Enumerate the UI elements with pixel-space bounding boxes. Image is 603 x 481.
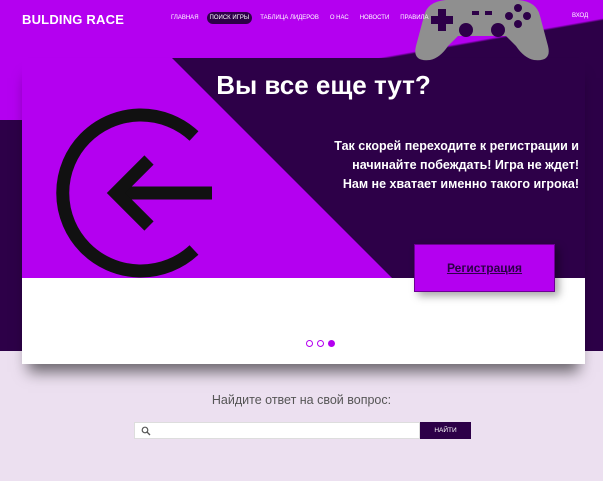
login-link[interactable]: ВХОД xyxy=(572,13,588,19)
register-button[interactable]: Регистрация xyxy=(414,244,555,292)
slide-text-line-1: Так скорей переходите к регистрации и xyxy=(334,139,579,153)
slider-dot-1[interactable] xyxy=(306,340,313,347)
search-input[interactable] xyxy=(135,426,419,441)
navbar: BULDING RACE ГЛАВНАЯ ПОИСК ИГРЫ ТАБЛИЦА … xyxy=(0,0,603,38)
nav-item-leaderboard[interactable]: ТАБЛИЦА ЛИДЕРОВ xyxy=(257,12,322,24)
exit-icon xyxy=(56,108,212,278)
faq-heading: Найдите ответ на свой вопрос: xyxy=(211,393,392,407)
slide-text-line-2: начинайте побеждать! Игра не ждет! xyxy=(352,158,579,172)
nav-item-rules[interactable]: ПРАВИЛА xyxy=(397,12,431,24)
logo[interactable]: BULDING RACE xyxy=(22,12,124,27)
slider-dot-2[interactable] xyxy=(317,340,324,347)
promo-slider: Вы все еще тут? Так скорей переходите к … xyxy=(22,58,585,364)
slide-text-line-3: Нам не хватает именно такого игрока! xyxy=(342,177,579,191)
find-button[interactable]: НАЙТИ xyxy=(420,422,471,439)
nav-menu: ГЛАВНАЯ ПОИСК ИГРЫ ТАБЛИЦА ЛИДЕРОВ О НАС… xyxy=(168,12,431,24)
slider-dots xyxy=(22,340,585,347)
nav-item-about[interactable]: О НАС xyxy=(327,12,352,24)
nav-item-game-search[interactable]: ПОИСК ИГРЫ xyxy=(206,12,253,24)
nav-item-news[interactable]: НОВОСТИ xyxy=(357,12,393,24)
slider-dot-3[interactable] xyxy=(328,340,335,347)
slide-text: Так скорей переходите к регистрации и на… xyxy=(274,137,579,194)
search-icon xyxy=(141,426,151,436)
slide-title: Вы все еще тут? xyxy=(216,70,431,100)
nav-item-home[interactable]: ГЛАВНАЯ xyxy=(168,12,202,24)
search-box xyxy=(134,422,420,441)
